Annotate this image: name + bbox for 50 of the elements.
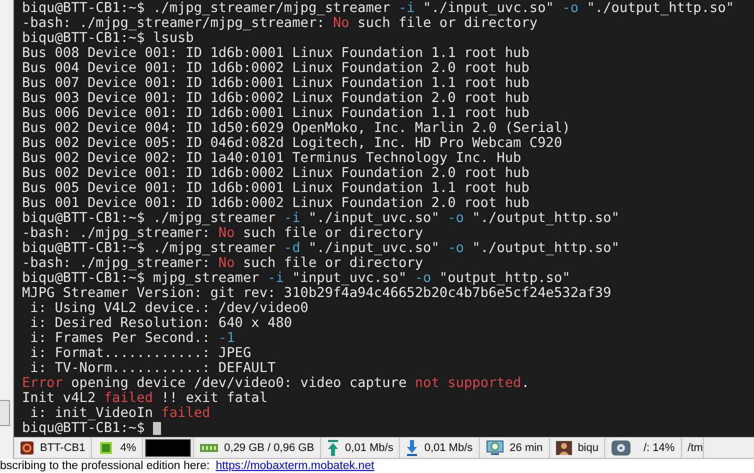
download-arrow-icon [406, 440, 418, 456]
terminal-line: Bus 001 Device 001: ID 1d6b:0002 Linux Foundation 2.0 root hub [22, 196, 530, 211]
chip-icon [98, 440, 114, 456]
terminal-line: -bash: ./mjpg_streamer: No such file or directory [22, 226, 424, 241]
terminal-line: Bus 002 Device 002: ID 1a40:0101 Terminus Technology Inc. Hub [22, 151, 522, 166]
terminal-line: i: TV-Norm...........: DEFAULT [29, 361, 276, 376]
terminal-line: biqu@BTT-CB1:~$ lsusb [22, 31, 194, 46]
terminal-line: -bash: ./mjpg_streamer/mjpg_streamer: No such file or directory [22, 16, 538, 31]
terminal-line: MJPG Streamer Version: git rev: 310b29f4a94c46652b20c4b7b6e5cf24e532af39 [22, 286, 612, 301]
upload-speed: 0,01 Mb/s [345, 442, 394, 454]
terminal-line: Bus 005 Device 001: ID 1d6b:0001 Linux Foundation 1.1 root hub [22, 181, 530, 196]
website-link[interactable]: https://mobaxterm.mobatek.net [216, 460, 374, 472]
terminal-line: i: Format............: JPEG [29, 346, 252, 361]
terminal-line: biqu@BTT-CB1:~$ mjpg_streamer -i "input_uvc.so" -o "output_http.so" [22, 271, 570, 286]
disk-usage: /: 14% [643, 442, 675, 454]
terminal-line: Bus 002 Device 004: ID 1d50:6029 OpenMoko, Inc. Marlin 2.0 (Serial) [22, 121, 570, 136]
terminal-line: biqu@BTT-CB1:~$ ./mjpg_streamer -i "./input_uvc.so" -o "./output_http.so" [22, 211, 620, 226]
terminal-line: biqu@BTT-CB1:~$ ./mjpg_streamer -d "./input_uvc.so" -o "./output_http.so" [22, 241, 620, 256]
terminal-line: Init v4L2 failed !! exit fatal [22, 391, 268, 406]
terminal-line: biqu@BTT-CB1:~$ [22, 421, 145, 436]
terminal-line: Bus 002 Device 001: ID 1d6b:0002 Linux Foundation 2.0 root hub [22, 166, 530, 181]
host-name: BTT-CB1 [40, 442, 86, 454]
terminal-line: Error opening device /dev/video0: video capture not supported. [22, 376, 530, 391]
terminal-line: i: init_VideoIn failed [29, 406, 210, 421]
download-speed: 0,01 Mb/s [424, 442, 473, 454]
promo-text: bscribing to the professional edition here: [0, 460, 210, 472]
monitor-clock-icon [486, 440, 504, 456]
side-panel-tab[interactable] [0, 400, 10, 426]
text-cursor [152, 422, 161, 435]
uptime: 26 min [510, 442, 543, 454]
terminal-line: Bus 003 Device 001: ID 1d6b:0002 Linux Foundation 2.0 root hub [22, 91, 530, 106]
terminal-line: Bus 006 Device 001: ID 1d6b:0001 Linux Foundation 1.1 root hub [22, 106, 530, 121]
terminal-line: Bus 008 Device 001: ID 1d6b:0001 Linux Foundation 1.1 root hub [22, 46, 530, 61]
memory-usage: 0,29 GB / 0,96 GB [224, 442, 314, 454]
user-name: biqu [578, 442, 598, 454]
terminal-icon [20, 441, 34, 455]
user-icon [556, 441, 572, 455]
terminal-line: i: Using V4L2 device.: /dev/video0 [29, 301, 308, 316]
upload-arrow-icon [327, 440, 340, 456]
cpu-usage: 4% [120, 442, 136, 454]
terminal-line: Bus 004 Device 001: ID 1d6b:0002 Linux Foundation 2.0 root hub [22, 61, 530, 76]
terminal-line: Bus 002 Device 005: ID 046d:082d Logitech, Inc. HD Pro Webcam C920 [22, 136, 562, 151]
terminal-line: Bus 007 Device 001: ID 1d6b:0001 Linux Foundation 1.1 root hub [22, 76, 530, 91]
cpu-graph [145, 439, 192, 457]
terminal-line: -bash: ./mjpg_streamer: No such file or directory [22, 256, 424, 271]
terminal-line: biqu@BTT-CB1:~$ ./mjpg_streamer/mjpg_streamer -i "./input_uvc.so" -o "./output_http.so" [22, 1, 734, 16]
terminal-line: i: Desired Resolution: 640 x 480 [29, 316, 292, 331]
terminal-line: i: Frames Per Second.: -1 [29, 331, 235, 346]
memory-icon [200, 442, 218, 454]
path-label: /tm [688, 442, 703, 454]
